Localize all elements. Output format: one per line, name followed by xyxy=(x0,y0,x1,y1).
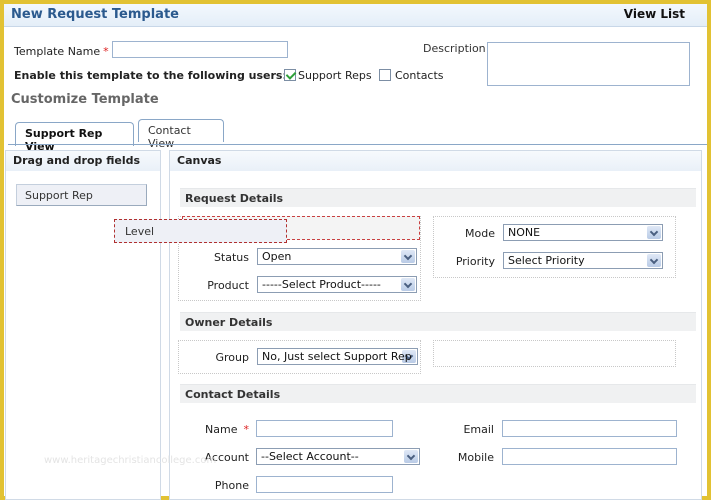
mode-label: Mode xyxy=(465,227,495,240)
support-reps-checkbox[interactable] xyxy=(284,69,296,81)
template-name-label-text: Template Name xyxy=(14,45,101,58)
description-label: Description xyxy=(423,42,486,55)
contact-name-label-text: Name xyxy=(205,423,238,436)
product-label: Product xyxy=(207,279,249,292)
enable-users-label: Enable this template to the following us… xyxy=(14,69,287,82)
priority-label: Priority xyxy=(455,255,495,268)
contact-name-label: Name * xyxy=(184,423,249,436)
account-select[interactable]: --Select Account-- xyxy=(256,448,420,465)
template-name-label: Template Name * xyxy=(14,45,109,58)
field-chip-support-rep[interactable]: Support Rep xyxy=(16,184,147,206)
view-list-link[interactable]: View List xyxy=(624,7,685,21)
dragging-field-level[interactable]: Level xyxy=(114,219,287,243)
customize-template-heading: Customize Template xyxy=(11,92,159,107)
support-reps-label: Support Reps xyxy=(298,69,372,82)
product-select[interactable]: -----Select Product----- xyxy=(257,276,417,293)
email-input[interactable] xyxy=(502,420,677,437)
email-label: Email xyxy=(463,423,494,436)
canvas-title: Canvas xyxy=(170,151,701,171)
mobile-label: Mobile xyxy=(457,451,494,464)
template-name-input[interactable] xyxy=(112,41,288,58)
mode-select[interactable]: NONE xyxy=(503,224,663,241)
group-select-value: No, Just select Support Rep xyxy=(262,350,412,363)
phone-label: Phone xyxy=(214,479,249,492)
tab-support-rep-view[interactable]: Support Rep View xyxy=(15,122,134,153)
phone-input[interactable] xyxy=(256,476,393,493)
section-request-details: Request Details xyxy=(180,188,696,207)
group-label: Group xyxy=(215,351,250,364)
window-frame: New Request Template View List Template … xyxy=(0,0,711,500)
priority-select-value: Select Priority xyxy=(508,254,585,267)
product-select-value: -----Select Product----- xyxy=(262,278,381,291)
section-owner-details: Owner Details xyxy=(180,312,696,331)
status-label: Status xyxy=(213,251,249,264)
section-contact-details: Contact Details xyxy=(180,384,696,403)
mode-select-value: NONE xyxy=(508,226,541,239)
contacts-label: Contacts xyxy=(395,69,444,82)
owner-right-dropzone xyxy=(433,340,676,367)
tab-underline xyxy=(8,144,707,145)
fields-panel-title: Drag and drop fields xyxy=(6,151,160,171)
page-title: New Request Template xyxy=(11,7,179,22)
required-mark: * xyxy=(103,45,109,58)
status-select-value: Open xyxy=(262,250,292,263)
contact-name-input[interactable] xyxy=(256,420,393,437)
description-textarea[interactable] xyxy=(487,42,690,86)
watermark-text: www.heritagechristiancollege.com xyxy=(44,455,217,466)
account-select-value: --Select Account-- xyxy=(261,450,359,463)
status-select[interactable]: Open xyxy=(257,248,417,265)
priority-select[interactable]: Select Priority xyxy=(503,252,663,269)
title-bar: New Request Template View List xyxy=(4,4,707,27)
required-mark: * xyxy=(243,423,250,436)
group-select[interactable]: No, Just select Support Rep xyxy=(257,348,418,365)
contacts-checkbox[interactable] xyxy=(379,69,391,81)
mobile-input[interactable] xyxy=(502,448,677,465)
tab-contact-view[interactable]: Contact View xyxy=(138,119,224,150)
